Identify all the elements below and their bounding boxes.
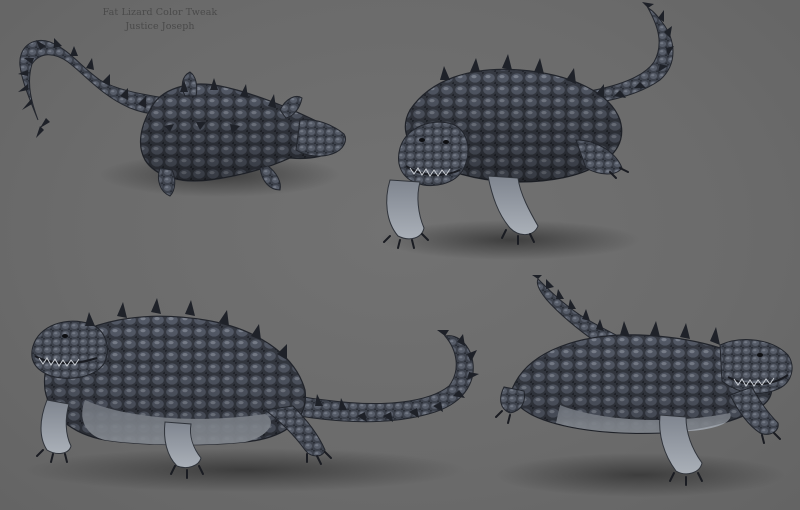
lizard-front-view [370, 0, 680, 265]
lizard-three-quarter-view [490, 275, 795, 505]
render-sheet: Fat Lizard Color Tweak Justice Joseph [0, 0, 800, 510]
lizard-top-view [10, 0, 350, 220]
lizard-side-view [25, 290, 495, 500]
